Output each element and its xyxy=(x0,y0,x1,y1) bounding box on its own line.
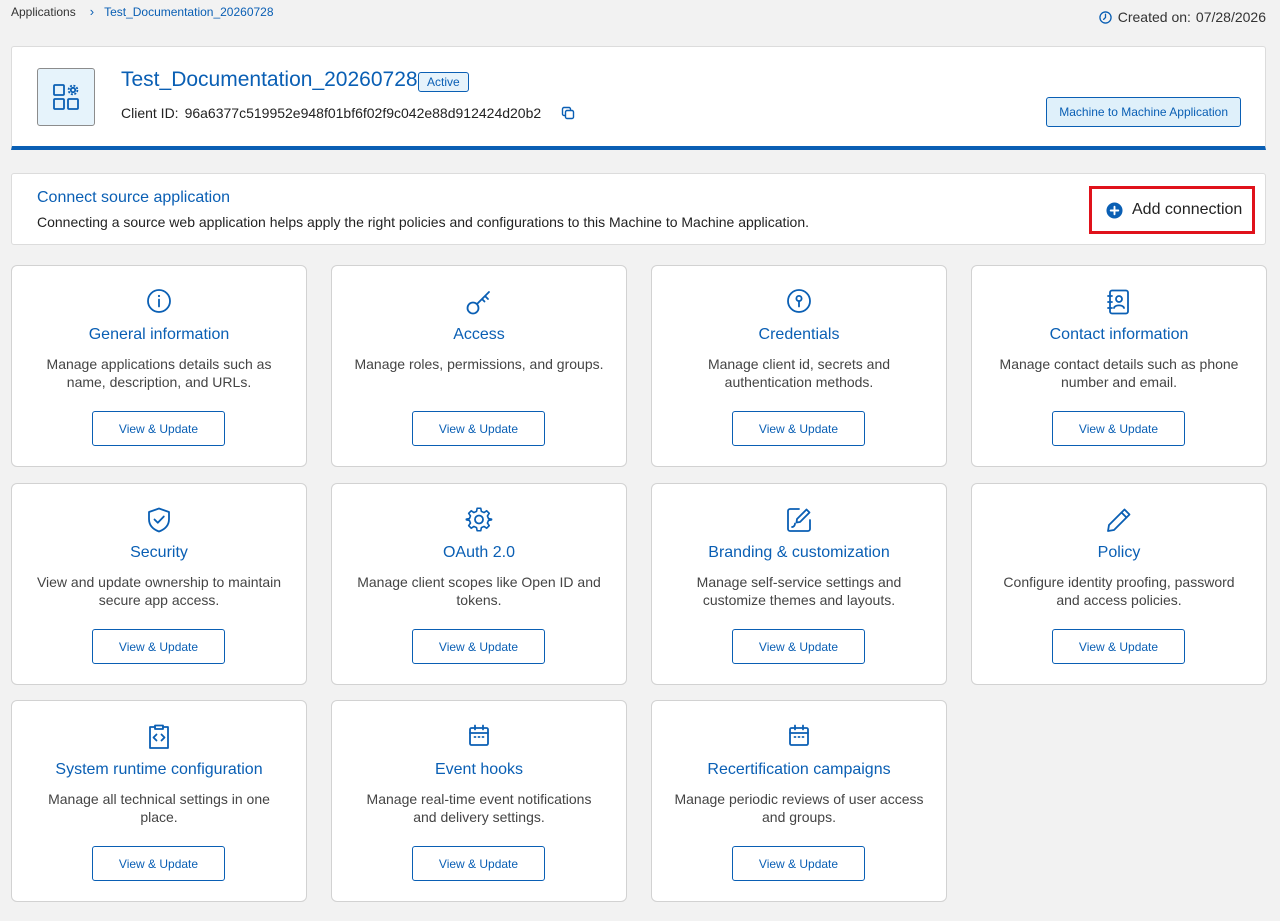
connect-source-panel: Connect source application Connecting a … xyxy=(11,173,1266,245)
card-title: Recertification campaigns xyxy=(707,761,891,778)
card-general-information: General information Manage applications … xyxy=(11,265,307,467)
app-title: Test_Documentation_20260728 xyxy=(121,68,418,91)
card-title: Credentials xyxy=(758,326,840,343)
view-update-button[interactable]: View & Update xyxy=(732,629,865,664)
view-update-button[interactable]: View & Update xyxy=(1052,411,1185,446)
client-id-label: Client ID: xyxy=(121,105,179,121)
clock-icon xyxy=(1099,10,1112,24)
card-title: OAuth 2.0 xyxy=(442,544,516,561)
view-update-button[interactable]: View & Update xyxy=(732,411,865,446)
card-description: View and update ownership to maintain se… xyxy=(36,574,282,608)
view-update-button[interactable]: View & Update xyxy=(412,846,545,881)
card-title: General information xyxy=(88,326,230,343)
pencil-icon xyxy=(1107,508,1131,532)
app-type-button[interactable]: Machine to Machine Application xyxy=(1046,97,1241,127)
breadcrumb-applications-link[interactable]: Applications xyxy=(11,5,76,19)
card-branding-customization: Branding & customization Manage self-ser… xyxy=(651,483,947,685)
breadcrumb: Applications › Test_Documentation_202607… xyxy=(11,4,274,19)
card-security: Security View and update ownership to ma… xyxy=(11,483,307,685)
gear-icon xyxy=(465,507,493,532)
card-description: Manage contact details such as phone num… xyxy=(999,356,1239,390)
contact-book-icon xyxy=(1107,289,1129,315)
plus-circle-icon xyxy=(1106,201,1123,219)
card-description: Manage roles, permissions, and groups. xyxy=(354,356,604,372)
shield-check-icon xyxy=(148,507,170,533)
created-label: Created on: xyxy=(1117,9,1191,25)
calendar-icon xyxy=(469,724,489,746)
card-title: Security xyxy=(130,544,188,561)
add-connection-label: Add connection xyxy=(1132,201,1243,218)
app-header: Test_Documentation_20260728 Active Clien… xyxy=(11,46,1266,150)
card-title: System runtime configuration xyxy=(55,761,263,778)
created-on: Created on: 07/28/2026 xyxy=(1099,9,1266,25)
card-recertification-campaigns: Recertification campaigns Manage periodi… xyxy=(651,700,947,902)
breadcrumb-separator-icon: › xyxy=(89,4,95,19)
card-policy: Policy Configure identity proofing, pass… xyxy=(971,483,1267,685)
code-clipboard-icon xyxy=(149,724,169,749)
keyhole-icon xyxy=(787,289,811,313)
card-title: Branding & customization xyxy=(708,544,890,561)
card-system-runtime-configuration: System runtime configuration Manage all … xyxy=(11,700,307,902)
created-date: 07/28/2026 xyxy=(1195,9,1266,25)
card-description: Manage self-service settings and customi… xyxy=(696,574,902,608)
key-icon xyxy=(466,291,490,315)
view-update-button[interactable]: View & Update xyxy=(412,629,545,664)
connect-description: Connecting a source web application help… xyxy=(37,214,810,230)
view-update-button[interactable]: View & Update xyxy=(412,411,545,446)
card-title: Event hooks xyxy=(434,761,524,778)
card-description: Manage periodic reviews of user access a… xyxy=(674,791,924,825)
view-update-button[interactable]: View & Update xyxy=(92,846,225,881)
copy-icon[interactable] xyxy=(561,106,575,120)
brush-edit-icon xyxy=(787,508,811,532)
card-title: Policy xyxy=(1097,544,1141,561)
status-badge: Active xyxy=(418,72,469,92)
card-description: Manage applications details such as name… xyxy=(46,356,272,390)
breadcrumb-current[interactable]: Test_Documentation_20260728 xyxy=(104,5,273,19)
card-access: Access Manage roles, permissions, and gr… xyxy=(331,265,627,467)
card-description: Manage real-time event notifications and… xyxy=(366,791,592,825)
view-update-button[interactable]: View & Update xyxy=(92,629,225,664)
card-description: Manage client scopes like Open ID and to… xyxy=(357,574,601,608)
add-connection-button[interactable]: Add connection xyxy=(1089,186,1255,234)
view-update-button[interactable]: View & Update xyxy=(92,411,225,446)
card-event-hooks: Event hooks Manage real-time event notif… xyxy=(331,700,627,902)
card-title: Contact information xyxy=(1049,326,1189,343)
info-icon xyxy=(147,289,171,313)
card-description: Manage client id, secrets and authentica… xyxy=(707,356,891,390)
view-update-button[interactable]: View & Update xyxy=(1052,629,1185,664)
card-title: Access xyxy=(453,326,505,343)
card-description: Manage all technical settings in one pla… xyxy=(48,791,270,825)
card-oauth: OAuth 2.0 Manage client scopes like Open… xyxy=(331,483,627,685)
connect-title: Connect source application xyxy=(37,189,231,206)
card-description: Configure identity proofing, password an… xyxy=(1003,574,1235,608)
card-credentials: Credentials Manage client id, secrets an… xyxy=(651,265,947,467)
view-update-button[interactable]: View & Update xyxy=(732,846,865,881)
top-bar: Applications › Test_Documentation_202607… xyxy=(0,0,1280,40)
card-contact-information: Contact information Manage contact detai… xyxy=(971,265,1267,467)
app-grid-gear-icon xyxy=(37,68,95,126)
calendar-icon xyxy=(789,724,809,746)
client-id-row: Client ID: 96a6377c519952e948f01bf6f02f9… xyxy=(121,105,575,121)
client-id-value: 96a6377c519952e948f01bf6f02f9c042e88d912… xyxy=(184,105,542,121)
